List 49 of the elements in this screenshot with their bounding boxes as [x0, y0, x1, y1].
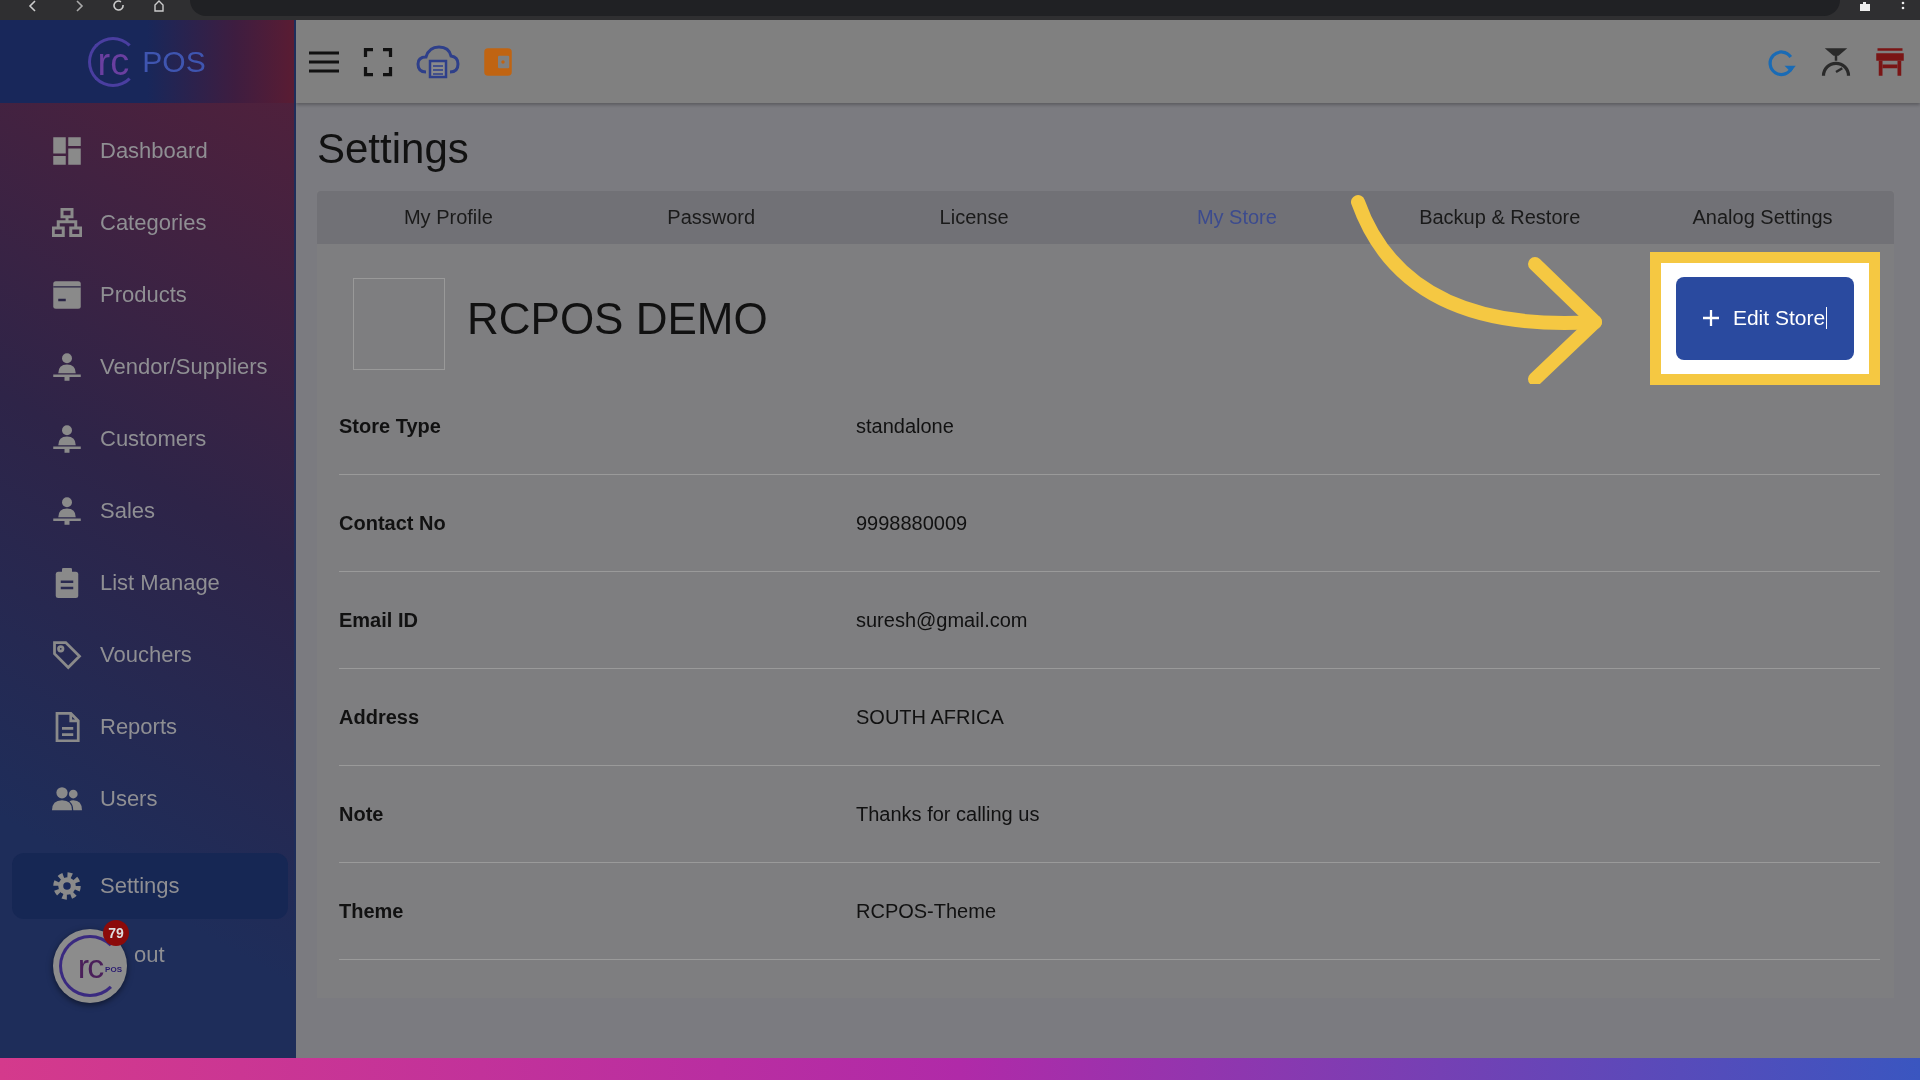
person-icon [52, 352, 82, 382]
field-value: suresh@gmail.com [856, 608, 1028, 632]
person-icon [52, 424, 82, 454]
sidebar-item[interactable]: Categories [12, 187, 288, 259]
edit-store-button[interactable]: Edit Store [1676, 276, 1854, 360]
extensions-icon[interactable] [1858, 0, 1872, 12]
sidebar-item[interactable]: Customers [12, 403, 288, 475]
field-label: Theme [339, 899, 405, 923]
dashboard-icon [52, 136, 82, 166]
field-label: Note [339, 802, 385, 826]
field-label: Store Type [339, 414, 442, 438]
sidebar-item[interactable]: Vouchers [12, 619, 288, 691]
sidebar-item[interactable]: Vendor/Suppliers [12, 331, 288, 403]
sidebar-item[interactable]: out [132, 919, 234, 991]
scale-icon[interactable] [1820, 46, 1852, 77]
sidebar-item[interactable]: Settings [12, 853, 288, 919]
tab[interactable]: License [842, 191, 1106, 244]
field-value: Thanks for calling us [856, 802, 1040, 826]
gear-icon [52, 871, 82, 901]
store-name: RCPOS DEMO [467, 294, 768, 344]
field-value: standalone [856, 414, 954, 438]
tab[interactable]: Backup & Restore [1368, 191, 1632, 244]
sidebar-item[interactable]: Users [12, 763, 288, 835]
sidebar-item[interactable]: Dashboard [12, 115, 288, 187]
field-label: Contact No [339, 511, 447, 535]
sidebar-item[interactable]: Products [12, 259, 288, 331]
page-title: Settings [317, 125, 470, 173]
reload-icon[interactable] [112, 0, 126, 12]
logo: rc POS [88, 36, 206, 87]
fullscreen-icon[interactable] [362, 46, 394, 77]
sidebar-item[interactable]: Reports [12, 691, 288, 763]
field-value: SOUTH AFRICA [856, 705, 1004, 729]
field-value: 9998880009 [856, 511, 968, 535]
categories-icon [52, 208, 82, 238]
plus-icon [1702, 310, 1719, 326]
products-icon [52, 280, 82, 310]
sidebar-item[interactable]: Sales [12, 475, 288, 547]
home-icon[interactable] [152, 0, 166, 12]
person-icon [52, 496, 82, 526]
tab[interactable]: Analog Settings [1631, 191, 1894, 244]
sidebar-item[interactable]: List Manage [12, 547, 288, 619]
field-value: RCPOS-Theme [856, 899, 997, 923]
field-label: Address [339, 705, 421, 729]
tag-icon [52, 640, 82, 670]
field-label: Email ID [339, 608, 419, 632]
tab[interactable]: Password [579, 191, 843, 244]
notification-badge: 79 [103, 920, 129, 946]
tab[interactable]: My Profile [317, 191, 580, 244]
cloud-printer-icon[interactable] [416, 44, 460, 79]
